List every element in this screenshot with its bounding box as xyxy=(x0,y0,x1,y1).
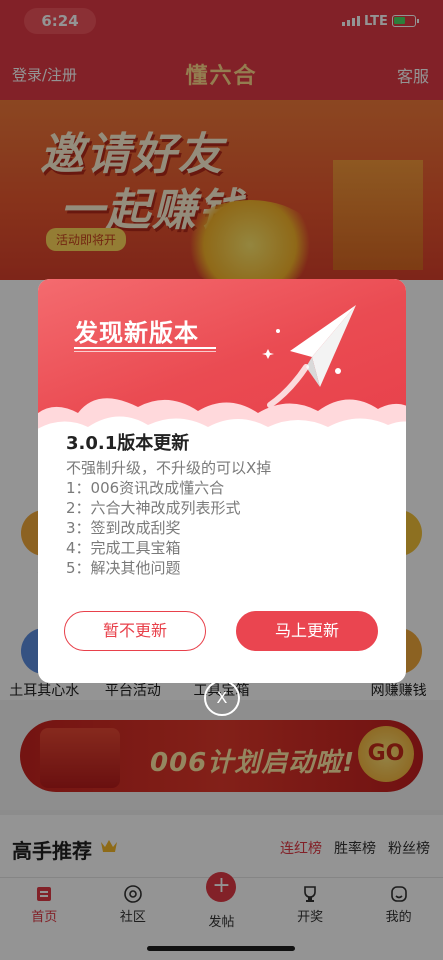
version-heading: 3.0.1版本更新 xyxy=(66,433,190,454)
title-underline xyxy=(74,347,216,349)
update-now-button[interactable]: 马上更新 xyxy=(236,611,378,651)
skip-update-button[interactable]: 暂不更新 xyxy=(64,611,206,651)
release-note: 2：六合大神改成列表形式 xyxy=(66,499,241,517)
title-underline xyxy=(74,351,216,352)
release-note: 1：006资讯改成懂六合 xyxy=(66,479,225,497)
update-dialog: 发现新版本 3.0.1版本更新 不强制升级，不升级的可以X掉 1：006资讯改成… xyxy=(38,279,406,683)
home-indicator xyxy=(147,946,295,951)
dialog-title: 发现新版本 xyxy=(74,319,199,347)
release-note: 4：完成工具宝箱 xyxy=(66,539,181,557)
release-note: 不强制升级，不升级的可以X掉 xyxy=(66,459,272,477)
release-note: 5：解决其他问题 xyxy=(66,559,181,577)
release-note: 3：签到改成刮奖 xyxy=(66,519,181,537)
close-dialog-button[interactable]: X xyxy=(204,680,240,716)
